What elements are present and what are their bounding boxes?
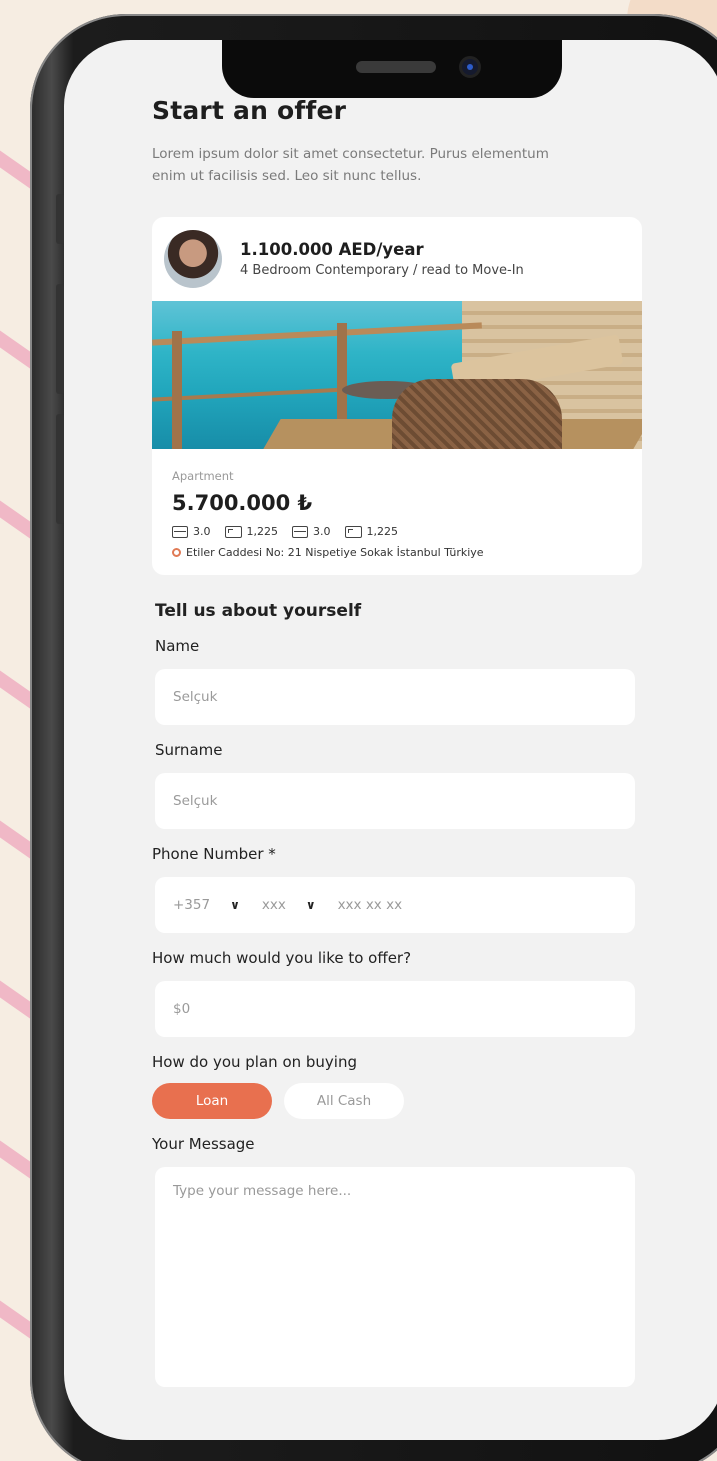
stat-value: 1,225	[366, 525, 399, 538]
all-cash-option-button[interactable]: All Cash	[284, 1083, 404, 1119]
listing-card-header: 1.100.000 AED/year 4 Bedroom Contemporar…	[152, 217, 642, 301]
phone-field[interactable]: +357 ∨ xxx ∨ xxx xx xx	[155, 877, 635, 933]
message-label: Your Message	[152, 1135, 255, 1153]
phone-label: Phone Number *	[152, 845, 276, 863]
offer-label: How much would you like to offer?	[152, 949, 412, 967]
offer-placeholder: $0	[173, 1001, 191, 1017]
phone-country-code[interactable]: +357	[173, 897, 210, 913]
buying-method-toggle: Loan All Cash	[152, 1083, 642, 1119]
name-field[interactable]: Selçuk	[155, 669, 635, 725]
surname-label: Surname	[155, 741, 223, 759]
chevron-down-icon[interactable]: ∨	[306, 898, 316, 912]
buying-label: How do you plan on buying	[152, 1053, 357, 1071]
front-camera	[459, 56, 481, 78]
area-icon	[344, 525, 362, 538]
property-stats: 3.0 1,225 3.0 1,225	[172, 525, 622, 538]
offer-amount-field[interactable]: $0	[155, 981, 635, 1037]
property-address: Etiler Caddesi No: 21 Nispetiye Sokak İs…	[172, 546, 622, 559]
stat-value: 3.0	[193, 525, 211, 538]
avatar	[164, 230, 222, 288]
property-price: 5.700.000 ₺	[172, 491, 313, 515]
property-name: 4 Bedroom Contemporary / read to Move-In	[240, 263, 524, 278]
page-subtitle: Lorem ipsum dolor sit amet consectetur. …	[152, 146, 549, 184]
bed-icon	[172, 525, 188, 538]
section-title: Tell us about yourself	[155, 601, 362, 621]
offer-form-page: Start an offer Lorem ipsum dolor sit ame…	[152, 96, 642, 1387]
yearly-price: 1.100.000 AED/year	[240, 240, 424, 259]
phone-number-input[interactable]: xxx xx xx	[338, 897, 403, 913]
stat-value: 1,225	[246, 525, 279, 538]
chevron-down-icon[interactable]: ∨	[230, 898, 240, 912]
bed-icon	[292, 525, 308, 538]
location-pin-icon	[172, 548, 181, 557]
property-type: Apartment	[172, 469, 234, 483]
speaker-grille	[356, 61, 436, 73]
surname-placeholder: Selçuk	[173, 793, 218, 809]
phone-area-code[interactable]: xxx	[262, 897, 286, 913]
message-textarea[interactable]: Type your message here...	[155, 1167, 635, 1387]
property-photo	[152, 301, 642, 449]
stat-value: 3.0	[313, 525, 331, 538]
side-button	[56, 414, 64, 524]
surname-field[interactable]: Selçuk	[155, 773, 635, 829]
message-placeholder: Type your message here...	[173, 1183, 352, 1199]
name-placeholder: Selçuk	[173, 689, 218, 705]
area-icon	[224, 525, 242, 538]
side-button	[56, 284, 64, 394]
name-label: Name	[155, 637, 200, 655]
listing-card[interactable]: 1.100.000 AED/year 4 Bedroom Contemporar…	[152, 217, 642, 575]
side-button	[56, 194, 64, 244]
loan-option-button[interactable]: Loan	[152, 1083, 272, 1119]
page-title: Start an offer	[152, 96, 347, 125]
address-text: Etiler Caddesi No: 21 Nispetiye Sokak İs…	[186, 546, 484, 559]
